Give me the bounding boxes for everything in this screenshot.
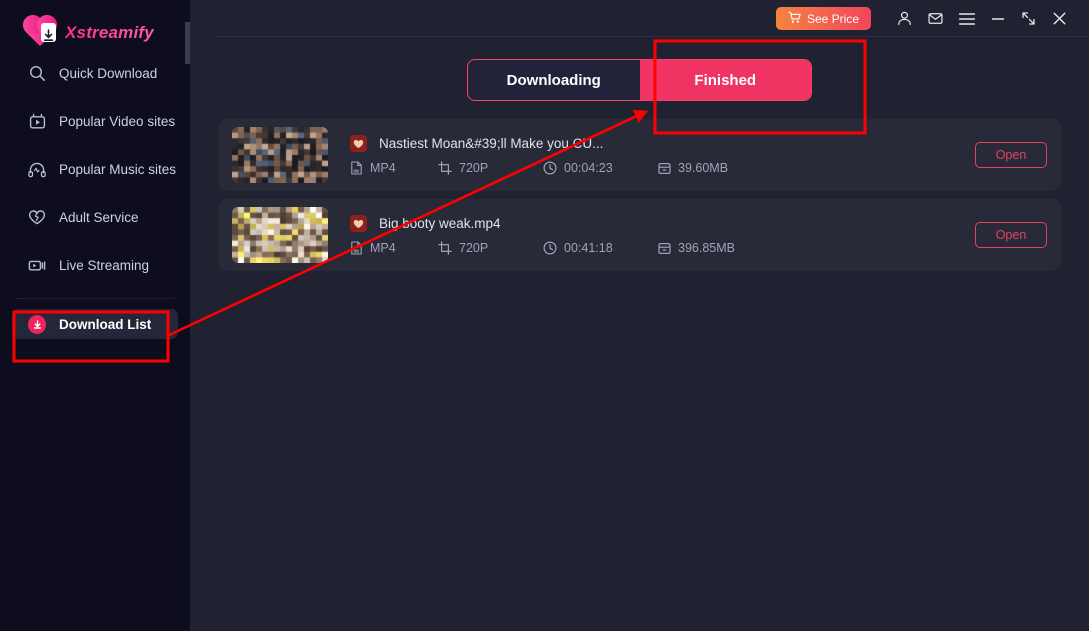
app-window: Xstreamify Quick Download Popular Video … bbox=[0, 0, 1089, 631]
sidebar-item-label: Popular Music sites bbox=[59, 161, 177, 177]
live-camera-icon bbox=[28, 256, 46, 274]
tab-finished[interactable]: Finished bbox=[639, 60, 811, 100]
clock-icon bbox=[543, 161, 557, 175]
brand: Xstreamify bbox=[0, 0, 190, 52]
menu-button[interactable] bbox=[951, 3, 982, 34]
row-title: Nastiest Moan&#39;ll Make you CU... bbox=[350, 135, 975, 152]
see-price-button[interactable]: See Price bbox=[775, 7, 871, 30]
archive-icon bbox=[658, 242, 671, 255]
titlebar: See Price bbox=[190, 0, 1089, 37]
meta-quality-value: 720P bbox=[459, 241, 489, 255]
meta-size-value: 396.85MB bbox=[678, 241, 735, 255]
row-meta: MP4 720P 00:04:23 39.60MB bbox=[350, 161, 975, 175]
close-button[interactable] bbox=[1044, 3, 1075, 34]
tab-label: Finished bbox=[694, 71, 757, 89]
search-icon bbox=[28, 64, 46, 82]
meta-quality-value: 720P bbox=[459, 161, 489, 175]
meta-duration-value: 00:04:23 bbox=[564, 161, 613, 175]
tab-downloading[interactable]: Downloading bbox=[468, 60, 640, 100]
meta-duration: 00:04:23 bbox=[543, 161, 658, 175]
headphones-icon bbox=[28, 160, 46, 178]
table-row[interactable]: Nastiest Moan&#39;ll Make you CU... MP4 bbox=[218, 119, 1061, 191]
brand-name: Xstreamify bbox=[65, 23, 154, 42]
sidebar-item-popular-music-sites[interactable]: Popular Music sites bbox=[12, 154, 178, 184]
row-title: Big booty weak.mp4 bbox=[350, 215, 975, 232]
sidebar-item-download-list[interactable]: Download List bbox=[12, 309, 178, 339]
heart-site-icon bbox=[350, 135, 367, 152]
envelope-icon bbox=[927, 10, 944, 27]
download-tabs: Downloading Finished bbox=[467, 59, 812, 101]
sidebar-divider bbox=[16, 298, 174, 299]
see-price-label: See Price bbox=[806, 11, 859, 26]
sidebar-item-adult-service[interactable]: Adult Service bbox=[12, 202, 178, 232]
archive-icon bbox=[658, 162, 671, 175]
sidebar-item-label: Popular Video sites bbox=[59, 113, 176, 129]
meta-format: MP4 bbox=[350, 161, 438, 175]
broken-heart-icon bbox=[28, 208, 46, 226]
download-list: Nastiest Moan&#39;ll Make you CU... MP4 bbox=[218, 119, 1061, 271]
row-title-text: Nastiest Moan&#39;ll Make you CU... bbox=[379, 136, 604, 151]
sidebar-item-popular-video-sites[interactable]: Popular Video sites bbox=[12, 106, 178, 136]
row-title-text: Big booty weak.mp4 bbox=[379, 216, 501, 231]
crop-icon bbox=[438, 161, 452, 175]
file-icon bbox=[350, 161, 363, 175]
clock-icon bbox=[543, 241, 557, 255]
open-button[interactable]: Open bbox=[975, 222, 1047, 248]
cart-icon bbox=[788, 11, 801, 27]
meta-quality: 720P bbox=[438, 161, 543, 175]
sidebar-item-label: Quick Download bbox=[59, 65, 158, 81]
meta-size: 396.85MB bbox=[658, 241, 735, 255]
crop-icon bbox=[438, 241, 452, 255]
sidebar: Xstreamify Quick Download Popular Video … bbox=[0, 0, 190, 631]
heart-site-icon bbox=[350, 215, 367, 232]
meta-size: 39.60MB bbox=[658, 161, 728, 175]
video-play-icon bbox=[28, 112, 46, 130]
heart-download-icon bbox=[25, 17, 58, 47]
row-details: Big booty weak.mp4 MP4 720P 00:41:18 396… bbox=[350, 215, 975, 255]
close-icon bbox=[1051, 10, 1068, 27]
person-icon bbox=[896, 10, 913, 27]
restore-icon bbox=[1020, 10, 1037, 27]
main-area: See Price Downloading Finished Nastiest … bbox=[190, 0, 1089, 631]
minimize-button[interactable] bbox=[982, 3, 1013, 34]
sidebar-item-label: Adult Service bbox=[59, 209, 139, 225]
mail-button[interactable] bbox=[920, 3, 951, 34]
table-row[interactable]: Big booty weak.mp4 MP4 720P 00:41:18 396… bbox=[218, 199, 1061, 271]
sidebar-item-live-streaming[interactable]: Live Streaming bbox=[12, 250, 178, 280]
row-details: Nastiest Moan&#39;ll Make you CU... MP4 bbox=[350, 135, 975, 175]
hamburger-icon bbox=[958, 11, 976, 27]
sidebar-item-label: Live Streaming bbox=[59, 257, 150, 273]
tab-label: Downloading bbox=[506, 71, 601, 89]
tabs-container: Downloading Finished bbox=[190, 59, 1089, 101]
meta-format: MP4 bbox=[350, 241, 438, 255]
meta-quality: 720P bbox=[438, 241, 543, 255]
row-meta: MP4 720P 00:41:18 396.85MB bbox=[350, 241, 975, 255]
minimize-icon bbox=[990, 11, 1006, 27]
account-button[interactable] bbox=[889, 3, 920, 34]
meta-format-value: MP4 bbox=[370, 241, 396, 255]
sidebar-item-label: Download List bbox=[59, 316, 152, 332]
file-icon bbox=[350, 241, 363, 255]
meta-duration-value: 00:41:18 bbox=[564, 241, 613, 255]
restore-button[interactable] bbox=[1013, 3, 1044, 34]
video-thumbnail bbox=[232, 127, 328, 183]
meta-duration: 00:41:18 bbox=[543, 241, 658, 255]
video-thumbnail bbox=[232, 207, 328, 263]
download-cloud-icon bbox=[28, 314, 46, 334]
sidebar-item-quick-download[interactable]: Quick Download bbox=[12, 58, 178, 88]
open-button[interactable]: Open bbox=[975, 142, 1047, 168]
sidebar-nav: Quick Download Popular Video sites Popul… bbox=[0, 58, 190, 339]
meta-format-value: MP4 bbox=[370, 161, 396, 175]
meta-size-value: 39.60MB bbox=[678, 161, 729, 175]
